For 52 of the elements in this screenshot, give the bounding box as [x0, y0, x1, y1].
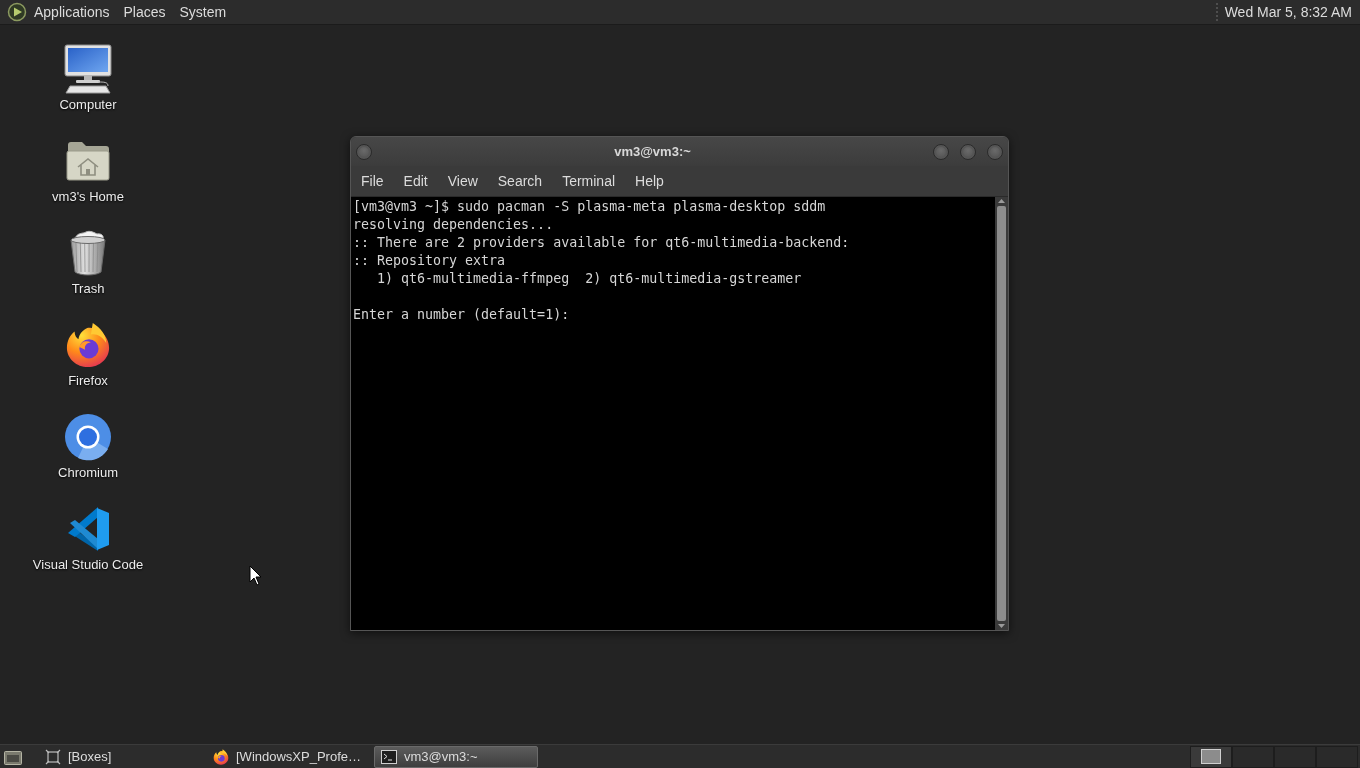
computer-monitor-icon	[64, 44, 112, 94]
window-thumbnail	[1201, 749, 1221, 764]
desktop-icon-label[interactable]: Computer	[59, 97, 117, 113]
taskbar-button[interactable]: [WindowsXP_Profe…	[206, 745, 370, 768]
scroll-up-arrow-icon[interactable]	[998, 199, 1005, 203]
workspace-cell[interactable]	[1274, 745, 1316, 768]
scroll-down-arrow-icon[interactable]	[998, 624, 1005, 628]
terminal-line: 1) qt6-multimedia-ffmpeg 2) qt6-multimedia-gstreamer	[376, 270, 803, 288]
panel-menu[interactable]: Applications	[27, 2, 117, 22]
panel-menu[interactable]: Places	[116, 2, 173, 22]
terminal-line: :: Repository extra	[353, 252, 507, 270]
terminal-line: :: There are 2 providers available for qt6-multimedia-backend:	[353, 234, 851, 252]
desktop-icon-label[interactable]: vm3's Home	[52, 189, 124, 205]
desktop-window-icon	[4, 748, 22, 765]
terminal-line: resolving dependencies...	[353, 216, 555, 234]
window-title: vm3@vm3:~	[613, 144, 692, 159]
menu-item[interactable]: Search	[487, 170, 553, 192]
workspace-cell[interactable]	[1316, 745, 1358, 768]
desktop-icon-label[interactable]: Visual Studio Code	[32, 557, 144, 573]
ring-logo-icon	[64, 413, 112, 461]
close-button[interactable]	[987, 143, 1003, 160]
panel-handle-icon	[1214, 3, 1219, 21]
window-menu-button[interactable]	[356, 143, 372, 160]
desktop-icon-label[interactable]: Trash	[71, 281, 105, 297]
home-folder-icon	[66, 141, 110, 181]
fox-logo-icon	[65, 322, 111, 368]
maximize-button[interactable]	[960, 143, 976, 160]
terminal-line: Enter a number (default=1):	[353, 306, 571, 324]
minimize-button[interactable]	[933, 143, 949, 160]
menu-item[interactable]: View	[437, 170, 488, 192]
frame-icon	[45, 748, 61, 765]
desktop-icon-label[interactable]: Chromium	[58, 465, 118, 481]
workspace-cell[interactable]	[1190, 745, 1232, 768]
menu-item[interactable]: File	[351, 170, 394, 192]
fox-logo-icon	[213, 748, 229, 765]
menu-item[interactable]: Terminal	[552, 170, 626, 192]
taskbar-button[interactable]: [Boxes]	[38, 745, 202, 768]
menu-item[interactable]: Help	[625, 170, 674, 192]
menu-item[interactable]: Edit	[393, 170, 438, 192]
code-editor-logo-icon	[66, 507, 110, 551]
mouse-pointer-icon	[249, 565, 262, 586]
desktop-icon-label[interactable]: Firefox	[68, 373, 108, 389]
clock[interactable]: Wed Mar 5, 8:32 AM	[1218, 2, 1360, 22]
terminal-icon	[381, 748, 397, 765]
trash-can-icon	[68, 230, 108, 276]
terminal-line: [vm3@vm3 ~]$ sudo pacman -S plasma-meta plasma-desktop sddm	[353, 198, 827, 216]
workspace-cell[interactable]	[1232, 745, 1274, 768]
scrollbar-thumb[interactable]	[997, 206, 1006, 621]
app-menu-logo-icon[interactable]	[7, 2, 27, 22]
panel-menu[interactable]: System	[172, 2, 234, 22]
taskbar-button[interactable]: vm3@vm3:~	[374, 745, 538, 768]
scrollbar-track[interactable]	[995, 197, 1008, 630]
